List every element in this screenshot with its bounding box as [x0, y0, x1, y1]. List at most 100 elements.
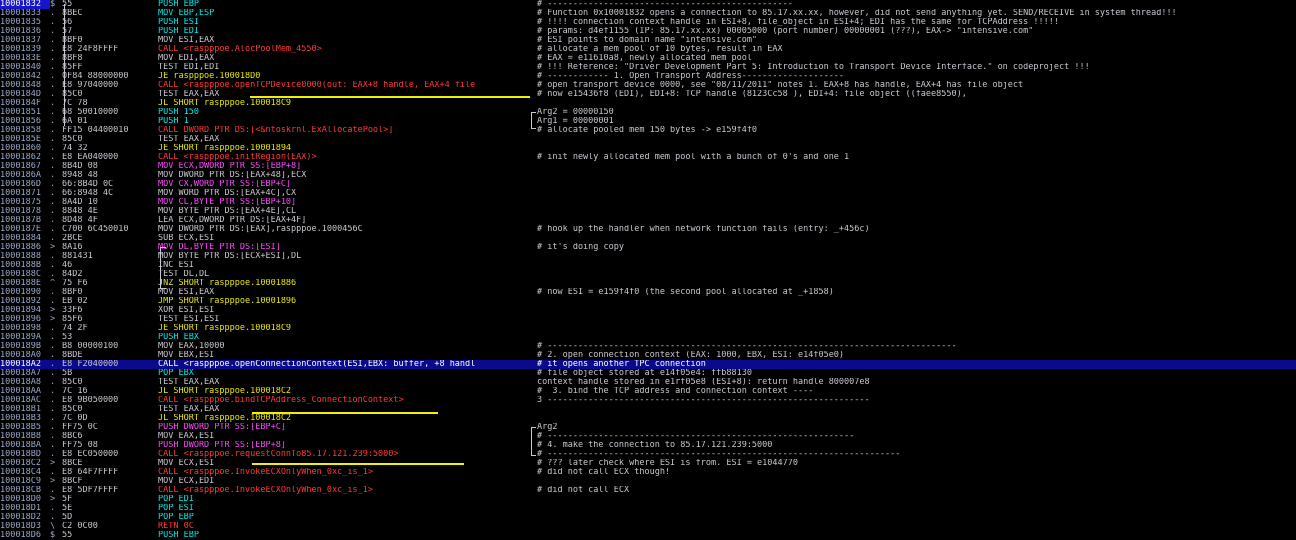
listing-row[interactable]: 10001840. 85FF TEST EDI,EDI # !!! Reference… — [0, 63, 1296, 72]
address-cell: 10001833 — [0, 9, 41, 18]
disassembly-cell: PUSH DWORD PTR SS:[EBP+C] — [158, 423, 286, 432]
listing-row[interactable]: 100018B3. 7C 0D JL SHORT raspppoe.100018C2 — [0, 414, 1296, 423]
comment-cell: # ESI points to domain name "intensive.c… — [537, 36, 758, 45]
address-cell: 1000184F — [0, 99, 41, 108]
flow-marker: . — [50, 387, 56, 396]
listing-row[interactable]: 10001862. E8 EA040000 CALL <raspppoe.initR… — [0, 153, 1296, 162]
listing-row[interactable]: 100018A2. E8 F2040000 CALL <raspppoe.openC… — [0, 360, 1296, 369]
comment-cell: # Function 0x10001832 opens a connection… — [537, 9, 1177, 18]
listing-row[interactable]: 10001878. 8848 4E MOV BYTE PTR DS:[EAX+4E]… — [0, 207, 1296, 216]
listing-row[interactable]: 1000185E. 85C0 TEST EAX,EAX — [0, 135, 1296, 144]
listing-row[interactable]: 1000188C. 84D2 TEST DL,DL — [0, 270, 1296, 279]
listing-row[interactable]: 10001888. 881431 MOV BYTE PTR DS:[ECX+ESI]… — [0, 252, 1296, 261]
listing-row[interactable]: 10001842. 0F84 88000000 JE raspppoe.100018… — [0, 72, 1296, 81]
address-cell: 1000187B — [0, 216, 41, 225]
listing-row[interactable]: 100018C9 >8BCF MOV ECX,EDI — [0, 477, 1296, 486]
listing-row[interactable]: 100018D2. 5D POP EBP — [0, 513, 1296, 522]
listing-row[interactable]: 10001875. 8A4D 10 MOV CL,BYTE PTR SS:[EBP+… — [0, 198, 1296, 207]
listing-row[interactable]: 100018B5. FF75 0C PUSH DWORD PTR SS:[EBP+C… — [0, 423, 1296, 432]
disassembly-listing[interactable]: 10001832 $55 PUSH EBP # -------------------… — [0, 0, 1296, 540]
listing-row[interactable]: 10001839. E8 24F8FFFF CALL <raspppoe.AlocP… — [0, 45, 1296, 54]
comment-cell: # did not call ECX — [537, 486, 630, 495]
highlight-underline-request — [252, 463, 464, 465]
listing-row[interactable]: 100018C4. E8 64F7FFFF CALL <raspppoe.Invok… — [0, 468, 1296, 477]
listing-row[interactable]: 10001832 $55 PUSH EBP # -------------------… — [0, 0, 1296, 9]
listing-row[interactable]: 100018A7. 5B POP EBX # file object stored a… — [0, 369, 1296, 378]
hex-dump-cell: 53 — [62, 333, 73, 342]
listing-row[interactable]: 100018D0 >5F POP EDI — [0, 495, 1296, 504]
listing-row[interactable]: 1000184F. 7C 78 JL SHORT raspppoe.100018C9 — [0, 99, 1296, 108]
listing-row[interactable]: 1000183E. 8BF8 MOV EDI,EAX # EAX = e11610a8… — [0, 54, 1296, 63]
listing-row[interactable]: 10001833. 8BEC MOV EBP,ESP # Function 0x100… — [0, 9, 1296, 18]
hex-dump-cell: FF15 04400010 — [62, 126, 129, 135]
listing-row[interactable]: 100018A8. 85C0 TEST EAX,EAX context handle … — [0, 378, 1296, 387]
listing-row[interactable]: 1000186A. 8948 48 MOV DWORD PTR DS:[EAX+48… — [0, 171, 1296, 180]
comment-cell: # !!!! connection context handle in ESI+… — [537, 18, 1059, 27]
hex-dump-cell: 85F6 — [62, 315, 83, 324]
flow-marker: > — [50, 459, 56, 468]
listing-row[interactable]: 10001860. 74 32 JE SHORT raspppoe.10001894 — [0, 144, 1296, 153]
disassembly-cell: JL SHORT raspppoe.100018C9 — [158, 99, 292, 108]
listing-row[interactable]: 1000189A. 53 PUSH EBX — [0, 333, 1296, 342]
loop-bracket — [160, 247, 166, 289]
listing-row[interactable]: 100018BA. FF75 08 PUSH DWORD PTR SS:[EBP+8… — [0, 441, 1296, 450]
listing-row[interactable]: 100018A0. 8BDE MOV EBX,ESI # 2. open connec… — [0, 351, 1296, 360]
hex-dump-cell: E8 EA040000 — [62, 153, 119, 162]
listing-row[interactable]: 10001856. 6A 01 PUSH 1 Arg1 = 00000001 — [0, 117, 1296, 126]
listing-row[interactable]: 1000188B. 46 INC ESI — [0, 261, 1296, 270]
listing-row[interactable]: 1000188E ^ 75 F6 JNZ SHORT raspppoe.1000188… — [0, 279, 1296, 288]
hex-dump-cell: E8 F2040000 — [62, 360, 119, 369]
listing-row[interactable]: 1000187B. 8D48 4F LEA ECX,DWORD PTR DS:[EA… — [0, 216, 1296, 225]
listing-row[interactable]: 10001835. 56 PUSH ESI # !!!! connection con… — [0, 18, 1296, 27]
listing-row[interactable]: 10001892. EB 02 JMP SHORT raspppoe.1000189… — [0, 297, 1296, 306]
flow-marker: . — [50, 36, 56, 45]
listing-row[interactable]: 10001848. E8 97040000 CALL <raspppoe.openT… — [0, 81, 1296, 90]
comment-cell: # open transport device 0000, see "08/11… — [537, 81, 1024, 90]
listing-row[interactable]: 100018C2 >8BCE MOV ECX,ESI # ??? later chec… — [0, 459, 1296, 468]
flow-marker: . — [50, 108, 56, 117]
listing-row[interactable]: 10001851. 68 50010000 PUSH 150 Arg2 = 00000… — [0, 108, 1296, 117]
flow-marker: . — [50, 396, 56, 405]
listing-row[interactable]: 100018D3 \ C2 0C00 RETN 0C — [0, 522, 1296, 531]
listing-row[interactable]: 1000184D. 85C0 TEST EAX,EAX # now e15436f8 … — [0, 90, 1296, 99]
address-cell: 10001875 — [0, 198, 41, 207]
listing-row[interactable]: 10001898. 74 2F JE SHORT raspppoe.100018C9 — [0, 324, 1296, 333]
listing-row[interactable]: 10001858. FF15 04400010 CALL DWORD PTR DS:… — [0, 126, 1296, 135]
listing-row[interactable]: 100018D1. 5E POP ESI — [0, 504, 1296, 513]
listing-row[interactable]: 10001871. 66:8948 4C MOV WORD PTR DS:[EAX+… — [0, 189, 1296, 198]
listing-row[interactable]: 100018BD. E8 EC050000 CALL <raspppoe.reque… — [0, 450, 1296, 459]
flow-marker: . — [50, 153, 56, 162]
listing-row[interactable]: 100018B8. 8BC6 MOV EAX,ESI # --------------… — [0, 432, 1296, 441]
address-cell: 10001884 — [0, 234, 41, 243]
disassembly-cell: MOV EBP,ESP — [158, 9, 215, 18]
flow-marker: . — [50, 360, 56, 369]
listing-row[interactable]: 10001890. 8BF0 MOV ESI,EAX # now ESI = e159… — [0, 288, 1296, 297]
comment-cell: # params: d4ef1155 (IP: 85.17.xx.xx) 000… — [537, 27, 1034, 36]
listing-row[interactable]: 100018AA. 7C 16 JL SHORT raspppoe.100018C2… — [0, 387, 1296, 396]
address-cell: 10001867 — [0, 162, 41, 171]
highlight-underline-bind — [252, 412, 438, 414]
disassembly-cell: POP EBP — [158, 513, 194, 522]
listing-row[interactable]: 10001884. 2BCE SUB ECX,ESI — [0, 234, 1296, 243]
listing-row[interactable]: 1000189B. B8 00000100 MOV EAX,10000 # -----… — [0, 342, 1296, 351]
comment-cell: context handle stored in e1rf05e8 (ESI+8… — [537, 378, 870, 387]
listing-row[interactable]: 100018CB. E8 5DF7FFFF CALL <raspppoe.Invok… — [0, 486, 1296, 495]
listing-row[interactable]: 10001867. 8B4D 08 MOV ECX,DWORD PTR SS:[EB… — [0, 162, 1296, 171]
flow-marker: . — [50, 90, 56, 99]
listing-row[interactable]: 1000186D. 66:8B4D 0C MOV CX,WORD PTR SS:[E… — [0, 180, 1296, 189]
listing-row[interactable]: 10001894 >33F6 XOR ESI,ESI — [0, 306, 1296, 315]
listing-row[interactable]: 10001886 >8A16 MOV DL,BYTE PTR DS:[ESI] # i… — [0, 243, 1296, 252]
listing-row[interactable]: 100018AC. E8 9B050000 CALL <raspppoe.bindT… — [0, 396, 1296, 405]
address-cell: 10001894 — [0, 306, 41, 315]
listing-row[interactable]: 100018B1. 85C0 TEST EAX,EAX — [0, 405, 1296, 414]
hex-dump-cell: 8BCE — [62, 459, 83, 468]
listing-row[interactable]: 10001836. 57 PUSH EDI # params: d4ef1155 (I… — [0, 27, 1296, 36]
hex-dump-cell: 7C 78 — [62, 99, 88, 108]
listing-row[interactable]: 10001837. 8BF0 MOV ESI,EAX # ESI points to … — [0, 36, 1296, 45]
address-cell: 10001835 — [0, 18, 41, 27]
disassembly-cell: MOV CL,BYTE PTR SS:[EBP+10] — [158, 198, 297, 207]
flow-marker: . — [50, 45, 56, 54]
comment-cell: # allocate pooled mem 150 bytes -> e159f… — [537, 126, 758, 135]
listing-row[interactable]: 1000187E. C700 6C450010 MOV DWORD PTR DS:[… — [0, 225, 1296, 234]
listing-row[interactable]: 10001896 >85F6 TEST ESI,ESI — [0, 315, 1296, 324]
